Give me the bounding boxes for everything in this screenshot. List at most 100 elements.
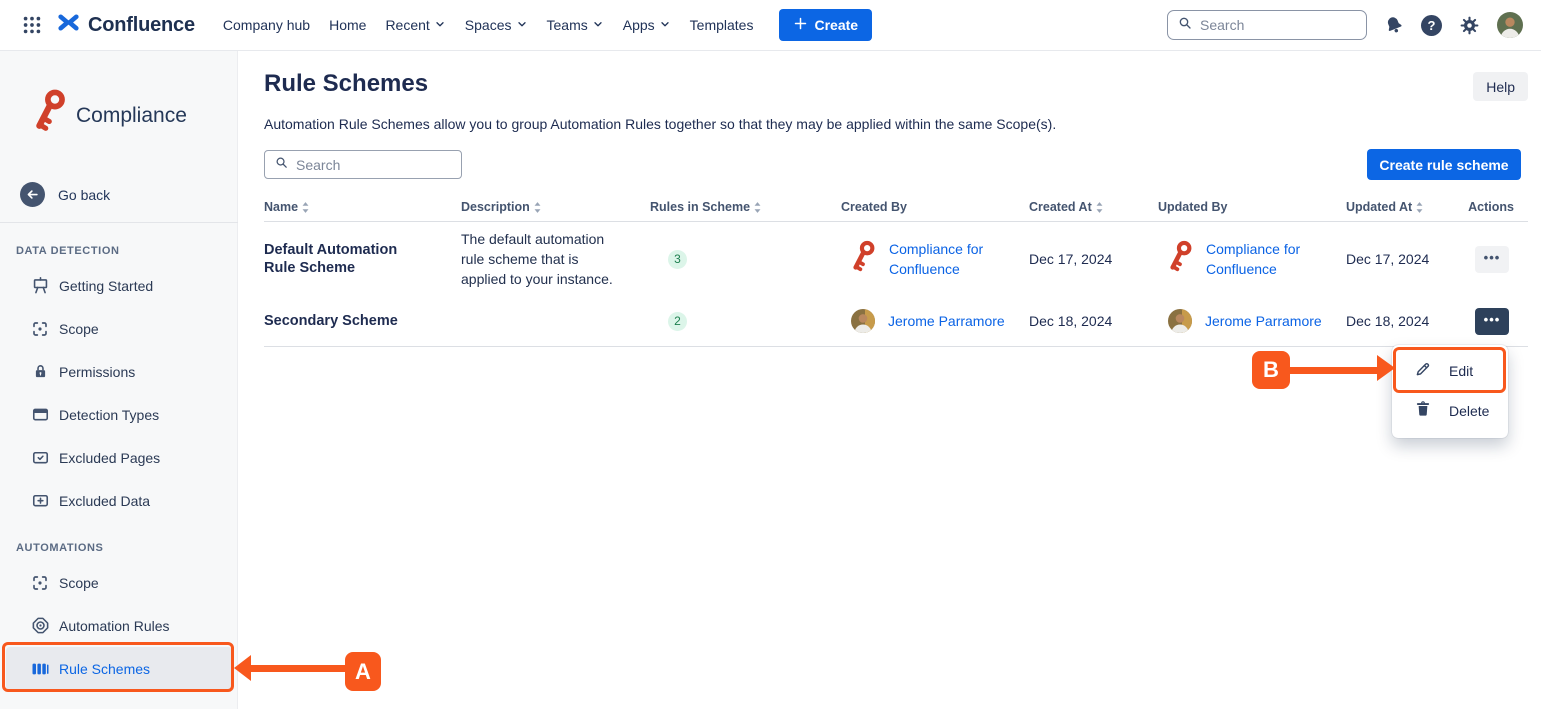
- sort-icon: [1415, 201, 1424, 217]
- sort-icon: [301, 201, 310, 217]
- user-avatar: [851, 309, 875, 333]
- create-rule-scheme-button[interactable]: Create rule scheme: [1367, 149, 1521, 180]
- column-header-description[interactable]: Description: [461, 200, 650, 221]
- more-actions-icon[interactable]: •••: [1475, 246, 1509, 273]
- nav-teams[interactable]: Teams: [547, 17, 604, 33]
- nav-apps[interactable]: Apps: [623, 17, 671, 33]
- sidebar-item-scope-detection[interactable]: Scope: [6, 307, 232, 350]
- sidebar: Compliance Go back DATA DETECTION Gettin…: [0, 51, 238, 709]
- nav-company-hub[interactable]: Company hub: [223, 17, 310, 33]
- rules-count-cell: 2: [650, 312, 841, 331]
- sort-icon: [1095, 201, 1104, 217]
- compliance-key-icon: [33, 87, 67, 144]
- table-row: Secondary Scheme 2 Jerome Parramore Dec …: [264, 296, 1528, 347]
- search-icon: [274, 155, 289, 175]
- create-button[interactable]: Create: [779, 9, 872, 41]
- updated-at: Dec 18, 2024: [1346, 313, 1466, 329]
- card-icon: [30, 405, 50, 425]
- updated-by-link[interactable]: Jerome Parramore: [1205, 311, 1322, 331]
- annotation-b-arrow-line: [1290, 367, 1380, 374]
- chevron-down-icon: [659, 17, 671, 33]
- column-header-rules-in-scheme[interactable]: Rules in Scheme: [650, 200, 841, 221]
- confluence-logo[interactable]: Confluence: [56, 10, 195, 40]
- column-header-updated-by: Updated By: [1158, 200, 1346, 221]
- column-header-updated-at[interactable]: Updated At: [1346, 200, 1466, 221]
- viewfinder-icon: [30, 319, 50, 339]
- more-actions-icon[interactable]: •••: [1475, 308, 1509, 335]
- sidebar-item-scope-automations[interactable]: Scope: [6, 561, 232, 604]
- sidebar-item-excluded-pages[interactable]: Excluded Pages: [6, 436, 232, 479]
- created-by-link[interactable]: Compliance for Confluence: [889, 239, 997, 279]
- plus-box-icon: [30, 491, 50, 511]
- created-by-link[interactable]: Jerome Parramore: [888, 311, 1005, 331]
- column-header-actions: Actions: [1466, 200, 1528, 221]
- data-detection-items: Getting Started Scope Permissions Detect…: [0, 264, 238, 522]
- app-title: Compliance: [76, 104, 187, 128]
- section-title-data-detection: DATA DETECTION: [16, 245, 120, 257]
- sidebar-item-excluded-data[interactable]: Excluded Data: [6, 479, 232, 522]
- rules-count-badge: 2: [668, 312, 687, 331]
- annotation-b-badge: B: [1252, 351, 1290, 389]
- rule-schemes-table: Name Description Rules in Scheme Created…: [264, 200, 1528, 347]
- settings-gear-icon[interactable]: [1459, 15, 1480, 36]
- product-name: Confluence: [88, 14, 195, 37]
- notifications-icon[interactable]: [1384, 15, 1404, 35]
- help-icon[interactable]: ?: [1421, 15, 1442, 36]
- search-icon: [1177, 15, 1193, 36]
- user-avatar[interactable]: [1497, 12, 1523, 38]
- lock-icon: [30, 362, 50, 382]
- easel-icon: [30, 276, 50, 296]
- menu-item-delete[interactable]: Delete: [1392, 391, 1508, 431]
- sidebar-item-permissions[interactable]: Permissions: [6, 350, 232, 393]
- sidebar-divider: [0, 222, 238, 223]
- main-content: Rule Schemes Help Automation Rule Scheme…: [238, 51, 1541, 709]
- scheme-name: Default Automation Rule Scheme: [264, 241, 461, 277]
- arrow-left-icon: [20, 182, 45, 207]
- help-button[interactable]: Help: [1473, 72, 1528, 101]
- scheme-description: The default automation rule scheme that …: [461, 229, 650, 289]
- annotation-a-arrow-line: [249, 665, 346, 672]
- updated-at: Dec 17, 2024: [1346, 251, 1466, 267]
- column-header-created-at[interactable]: Created At: [1029, 200, 1158, 221]
- global-search-input[interactable]: [1200, 17, 1357, 33]
- chevron-down-icon: [516, 17, 528, 33]
- chevron-down-icon: [592, 17, 604, 33]
- sidebar-item-detection-types[interactable]: Detection Types: [6, 393, 232, 436]
- annotation-a-highlight-box: [2, 642, 234, 692]
- column-header-name[interactable]: Name: [264, 200, 461, 221]
- created-at: Dec 18, 2024: [1029, 313, 1158, 329]
- nav-templates[interactable]: Templates: [690, 17, 754, 33]
- plus-icon: [793, 16, 808, 34]
- created-by-cell: Compliance for Confluence: [841, 239, 1029, 280]
- created-at: Dec 17, 2024: [1029, 251, 1158, 267]
- table-search[interactable]: [264, 150, 462, 179]
- sort-icon: [533, 201, 542, 217]
- table-header-row: Name Description Rules in Scheme Created…: [264, 200, 1528, 222]
- sidebar-item-automation-rules[interactable]: Automation Rules: [6, 604, 232, 647]
- nav-recent[interactable]: Recent: [385, 17, 445, 33]
- sort-icon: [753, 201, 762, 217]
- rules-count-cell: 3: [650, 250, 841, 269]
- created-by-cell: Jerome Parramore: [841, 309, 1029, 333]
- annotation-b-highlight-box: [1393, 347, 1506, 393]
- nav-home[interactable]: Home: [329, 17, 366, 33]
- updated-by-link[interactable]: Compliance for Confluence: [1206, 239, 1314, 279]
- annotation-a-badge: A: [345, 652, 381, 691]
- table-search-input[interactable]: [296, 157, 452, 173]
- scheme-name: Secondary Scheme: [264, 312, 461, 330]
- actions-cell: •••: [1466, 246, 1528, 273]
- updated-by-cell: Compliance for Confluence: [1158, 239, 1346, 280]
- topbar-right-group: ?: [1167, 10, 1523, 40]
- go-back-button[interactable]: Go back: [20, 182, 110, 207]
- app-switcher-icon[interactable]: [18, 11, 46, 39]
- confluence-mark-icon: [56, 10, 81, 40]
- global-search[interactable]: [1167, 10, 1367, 40]
- app-logo: Compliance: [33, 87, 187, 144]
- compliance-key-icon: [851, 239, 876, 280]
- nav-spaces[interactable]: Spaces: [465, 17, 528, 33]
- trash-icon: [1414, 400, 1432, 423]
- sidebar-item-getting-started[interactable]: Getting Started: [6, 264, 232, 307]
- checkbox-icon: [30, 448, 50, 468]
- chevron-down-icon: [434, 17, 446, 33]
- rules-count-badge: 3: [668, 250, 687, 269]
